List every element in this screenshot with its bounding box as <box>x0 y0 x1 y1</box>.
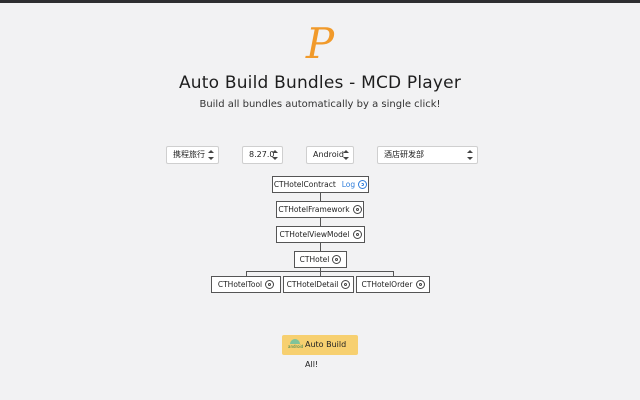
node-cthoteldetail[interactable]: CTHotelDetail <box>283 276 354 293</box>
node-cthoteltool[interactable]: CTHotelTool <box>211 276 281 293</box>
build-status-icon[interactable] <box>332 255 342 264</box>
build-status-icon[interactable] <box>265 280 275 289</box>
platform-select-value: Android <box>313 150 344 159</box>
top-bar <box>0 0 640 3</box>
node-label: CTHotelOrder <box>361 280 413 289</box>
department-select[interactable]: 酒店研发部 <box>377 146 478 164</box>
platform-select[interactable]: Android <box>306 146 354 164</box>
node-label: CTHotelViewModel <box>279 230 350 239</box>
node-cthotel[interactable]: CTHotel <box>294 251 347 268</box>
node-label: CTHotelFramework <box>278 205 350 214</box>
node-label: CTHotel <box>299 255 330 264</box>
build-status-icon[interactable] <box>352 230 362 239</box>
android-icon: android <box>288 339 303 351</box>
node-label: CTHotelTool <box>217 280 263 289</box>
select-arrows-icon <box>343 150 349 160</box>
build-status-icon[interactable] <box>341 280 351 289</box>
version-select-value: 8.27.0 <box>249 150 275 159</box>
build-status-icon[interactable] <box>352 205 362 214</box>
app-logo: P <box>305 19 335 68</box>
auto-build-all-label: Auto Build All! <box>305 340 347 369</box>
select-arrows-icon <box>467 150 473 160</box>
node-label: CTHotelContract <box>273 180 336 189</box>
version-select[interactable]: 8.27.0 <box>242 146 283 164</box>
auto-build-all-button[interactable]: android Auto Build All! <box>282 335 358 369</box>
department-select-value: 酒店研发部 <box>384 150 424 159</box>
company-select-value: 携程旅行 <box>173 150 205 159</box>
build-status-icon[interactable] <box>415 280 425 289</box>
page-title: Auto Build Bundles - MCD Player <box>178 73 462 93</box>
connector-line <box>320 243 321 251</box>
company-select[interactable]: 携程旅行 <box>166 146 219 164</box>
select-arrows-icon <box>272 150 278 160</box>
select-arrows-icon <box>208 150 214 160</box>
refresh-icon[interactable] <box>358 180 368 189</box>
node-cthotelviewmodel[interactable]: CTHotelViewModel <box>276 226 365 243</box>
page-subtitle: Build all bundles automatically by a sin… <box>199 99 441 110</box>
log-link[interactable]: Log <box>342 177 355 192</box>
node-label: CTHotelDetail <box>286 280 339 289</box>
node-cthotelframework[interactable]: CTHotelFramework <box>276 201 364 218</box>
node-cthotelorder[interactable]: CTHotelOrder <box>356 276 430 293</box>
node-cthotelcontract[interactable]: CTHotelContract Log <box>272 176 369 193</box>
